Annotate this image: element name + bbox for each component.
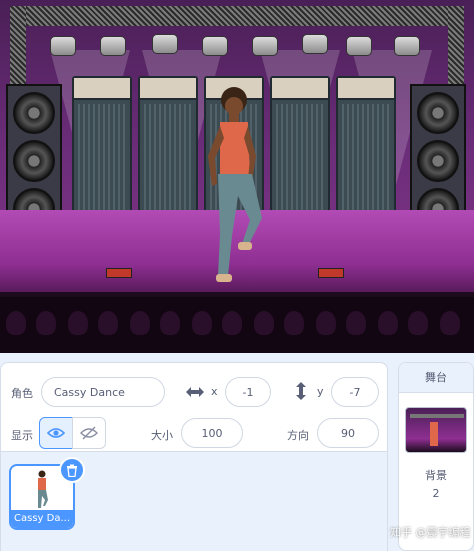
trash-icon	[67, 464, 77, 477]
stage-title: 舞台	[399, 363, 473, 393]
y-label: y	[317, 385, 324, 398]
crowd-silhouette	[0, 297, 474, 353]
watermark: 知乎 @震宇编程	[390, 526, 471, 539]
backdrop-thumbnail[interactable]	[405, 407, 467, 453]
stage-light	[394, 36, 420, 56]
size-label: 大小	[151, 429, 173, 442]
effect-pedal	[106, 268, 132, 278]
eye-slash-icon	[80, 426, 98, 440]
effect-pedal	[318, 268, 344, 278]
amplifier	[270, 76, 330, 216]
show-sprite-button[interactable]	[39, 417, 73, 449]
cassy-dance-sprite[interactable]	[198, 86, 268, 288]
stage-light	[152, 34, 178, 54]
amplifier	[72, 76, 132, 216]
x-position-input[interactable]: -1	[225, 377, 271, 407]
show-label: 显示	[11, 429, 33, 442]
direction-label: 方向	[287, 429, 309, 442]
x-label: x	[211, 385, 218, 398]
y-position-input[interactable]: -7	[331, 377, 379, 407]
sprite-preview	[38, 470, 48, 508]
backdrops-label: 背景	[425, 469, 447, 482]
stage-light	[202, 36, 228, 56]
sprite-list: Cassy Da...	[0, 452, 388, 551]
vertical-arrows-icon	[296, 382, 306, 400]
direction-input[interactable]: 90	[317, 418, 379, 448]
sprite-name-caption: Cassy Da...	[11, 510, 73, 528]
size-input[interactable]: 100	[181, 418, 243, 448]
sprite-info-panel: 角色 Cassy Dance x -1 y -7 显示 大小 100 方向 90	[0, 362, 388, 452]
stage-canvas[interactable]	[0, 0, 474, 353]
sprite-label: 角色	[11, 387, 33, 400]
stage-light	[346, 36, 372, 56]
stage-light	[252, 36, 278, 56]
horizontal-arrows-icon	[186, 387, 204, 397]
truss-right-pillar	[448, 6, 464, 86]
amplifier	[336, 76, 396, 216]
amplifier	[138, 76, 198, 216]
truss-left-pillar	[10, 6, 26, 86]
sprite-name-input[interactable]: Cassy Dance	[41, 377, 165, 407]
stage-selector[interactable]: 舞台 背景 2	[398, 362, 474, 551]
stage-light	[302, 34, 328, 54]
stage-light	[100, 36, 126, 56]
lighting-truss	[10, 6, 464, 26]
stage-light	[50, 36, 76, 56]
hide-sprite-button[interactable]	[72, 417, 106, 449]
eye-icon	[47, 428, 65, 438]
delete-sprite-button[interactable]	[59, 457, 85, 483]
backdrops-count: 2	[432, 487, 440, 500]
